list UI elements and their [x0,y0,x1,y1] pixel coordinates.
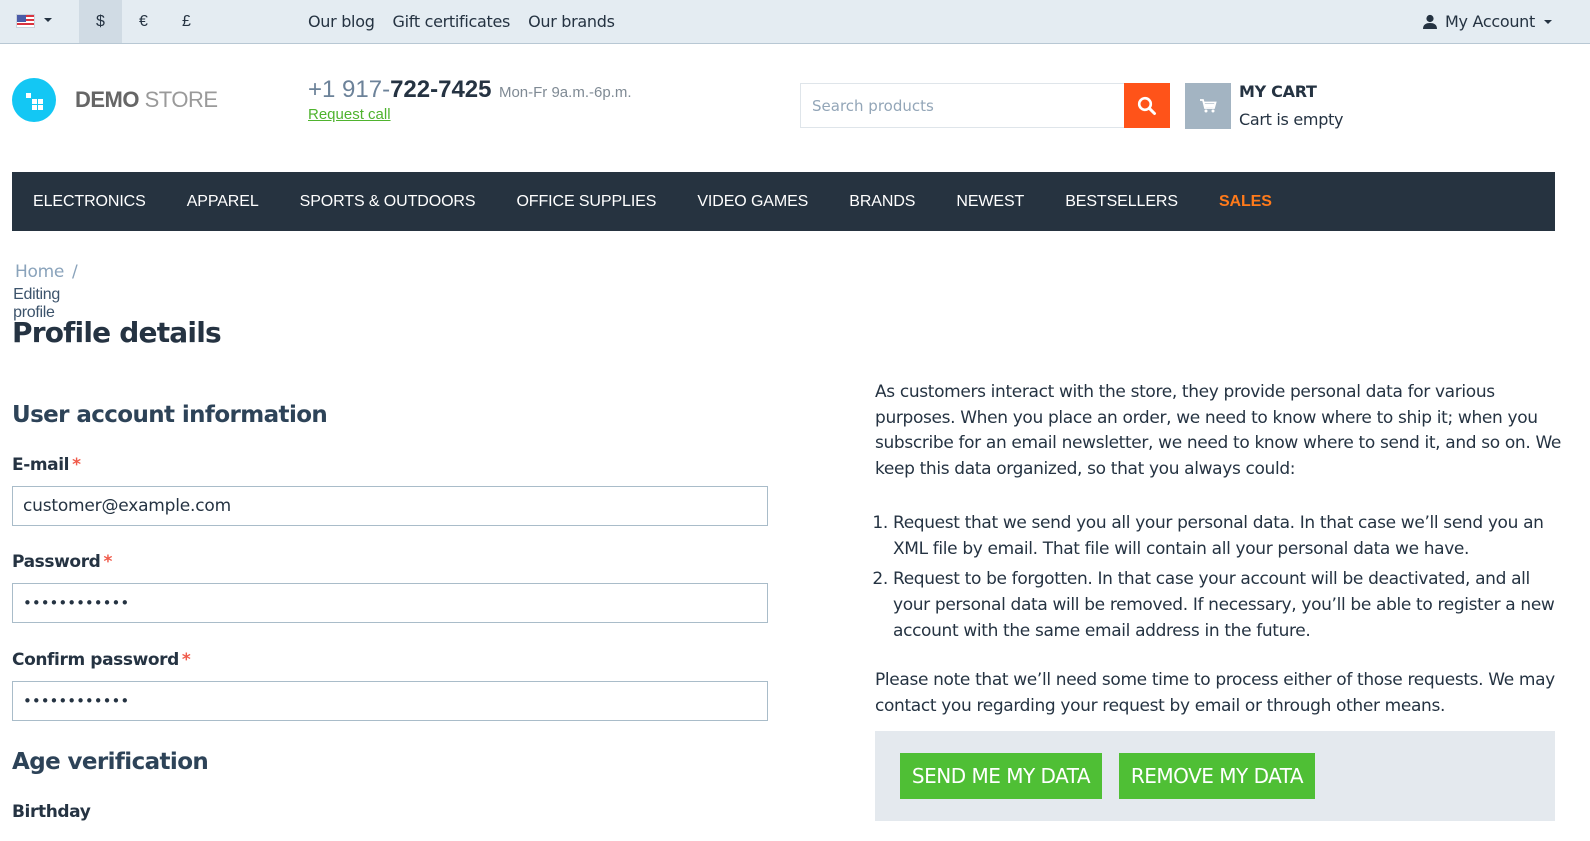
option-forget-me: Request to be forgotten. In that case yo… [893,567,1565,644]
currency-eur[interactable]: € [122,0,165,43]
email-label: E-mail * [12,455,81,475]
nav-sports-outdoors[interactable]: SPORTS & OUTDOORS [300,193,476,211]
main-navigation: ELECTRONICS APPAREL SPORTS & OUTDOORS OF… [12,172,1555,231]
personal-data-options: Request that we send you all your person… [875,511,1565,645]
email-field[interactable] [12,486,768,526]
my-account-menu[interactable]: My Account [1422,0,1552,43]
personal-data-note: Please note that we’ll need some time to… [875,670,1555,717]
top-links: Our blog Gift certificates Our brands [308,0,615,43]
chevron-down-icon [1544,19,1552,24]
password-field[interactable] [12,583,768,623]
logo-text: DEMO STORE [75,87,218,112]
nav-brands[interactable]: BRANDS [849,193,915,211]
personal-data-intro: As customers interact with the store, th… [875,382,1562,480]
breadcrumb-home[interactable]: Home [15,262,64,282]
cart-icon [1185,83,1231,129]
personal-data-info: As customers interact with the store, th… [875,380,1565,720]
search-icon [1137,96,1156,115]
nav-video-games[interactable]: VIDEO GAMES [697,193,808,211]
password-label: Password * [12,552,112,572]
section-user-account-heading: User account information [12,402,328,428]
search-bar [800,83,1170,128]
data-request-actions: SEND ME MY DATA REMOVE MY DATA [875,731,1555,821]
nav-bestsellers[interactable]: BESTSELLERS [1065,193,1178,211]
remove-my-data-button[interactable]: REMOVE MY DATA [1119,753,1315,799]
nav-electronics[interactable]: ELECTRONICS [33,193,146,211]
business-hours: Mon-Fr 9a.m.-6p.m. [498,84,632,101]
currency-gbp[interactable]: £ [165,0,208,43]
section-age-verification-heading: Age verification [12,749,209,775]
link-our-blog[interactable]: Our blog [308,12,375,31]
link-our-brands[interactable]: Our brands [528,12,615,31]
cart-title: MY CART [1239,82,1317,101]
search-input[interactable] [800,83,1124,128]
language-selector[interactable] [16,10,52,32]
link-gift-certificates[interactable]: Gift certificates [393,12,511,31]
user-icon [1423,14,1438,29]
phone-block: +1 917-722-7425 Mon-Fr 9a.m.-6p.m. Reque… [308,76,632,123]
option-send-data: Request that we send you all your person… [893,511,1565,562]
request-call-link[interactable]: Request call [308,106,632,123]
nav-sales[interactable]: SALES [1219,193,1272,211]
logo-icon [12,78,56,122]
confirm-password-field[interactable] [12,681,768,721]
my-account-label: My Account [1445,12,1535,31]
mini-cart[interactable]: MY CART Cart is empty [1185,82,1344,129]
currency-usd[interactable]: $ [79,0,122,43]
store-logo[interactable]: DEMO STORE [12,78,218,122]
breadcrumb-separator: / [72,262,78,282]
nav-apparel[interactable]: APPAREL [187,193,259,211]
confirm-password-label: Confirm password * [12,650,191,670]
us-flag-icon [16,14,35,28]
search-button[interactable] [1124,83,1170,128]
nav-office-supplies[interactable]: OFFICE SUPPLIES [516,193,656,211]
birthday-label: Birthday [12,802,91,822]
nav-newest[interactable]: NEWEST [956,193,1024,211]
send-me-my-data-button[interactable]: SEND ME MY DATA [900,753,1102,799]
currency-selector: $ € £ [79,0,208,43]
chevron-down-icon [44,18,52,22]
cart-status: Cart is empty [1239,110,1344,129]
page-title: Profile details [12,316,222,349]
phone-number: +1 917-722-7425 [308,76,492,103]
top-bar: $ € £ Our blog Gift certificates Our bra… [0,0,1590,44]
